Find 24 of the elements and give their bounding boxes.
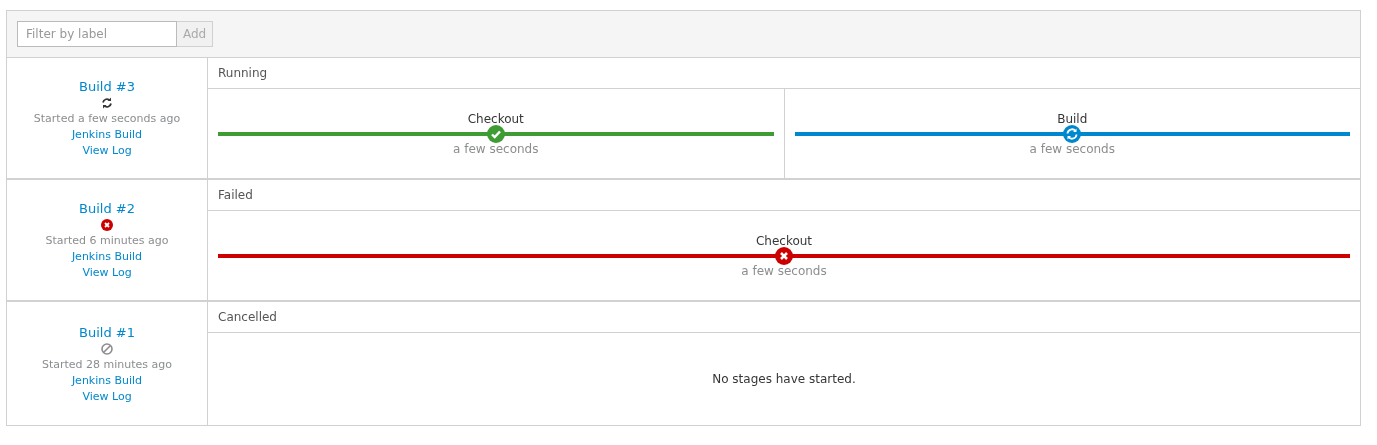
stage-duration: a few seconds: [453, 141, 539, 156]
build-link[interactable]: Build #1: [79, 324, 135, 340]
view-log-link[interactable]: View Log: [82, 266, 132, 279]
started-time: Started 6 minutes ago: [45, 234, 169, 247]
phase-label: Running: [208, 58, 1360, 89]
build-link[interactable]: Build #3: [79, 79, 135, 94]
add-button[interactable]: Add: [177, 21, 214, 47]
view-log-link[interactable]: View Log: [82, 144, 132, 157]
jenkins-link[interactable]: Jenkins Build: [71, 250, 143, 263]
stage-duration: a few seconds: [741, 263, 827, 278]
started-time: Started a few seconds ago: [33, 112, 181, 125]
jenkins-link[interactable]: Jenkins Build: [71, 128, 143, 141]
view-log-link[interactable]: View Log: [82, 389, 132, 403]
stage-duration: a few seconds: [1029, 141, 1115, 156]
empty-message: No stages have started.: [712, 372, 856, 386]
started-time: Started 28 minutes ago: [41, 357, 173, 371]
stage-name: Build: [1057, 111, 1088, 126]
stage-name: Checkout: [467, 111, 524, 126]
jenkins-link[interactable]: Jenkins Build: [71, 373, 143, 387]
phase-label: Failed: [208, 180, 1360, 211]
filter-field[interactable]: Filter by label: [17, 21, 177, 47]
stage-name: Checkout: [755, 233, 813, 248]
phase-label: Cancelled: [208, 302, 1360, 333]
build-link[interactable]: Build #2: [79, 201, 135, 216]
